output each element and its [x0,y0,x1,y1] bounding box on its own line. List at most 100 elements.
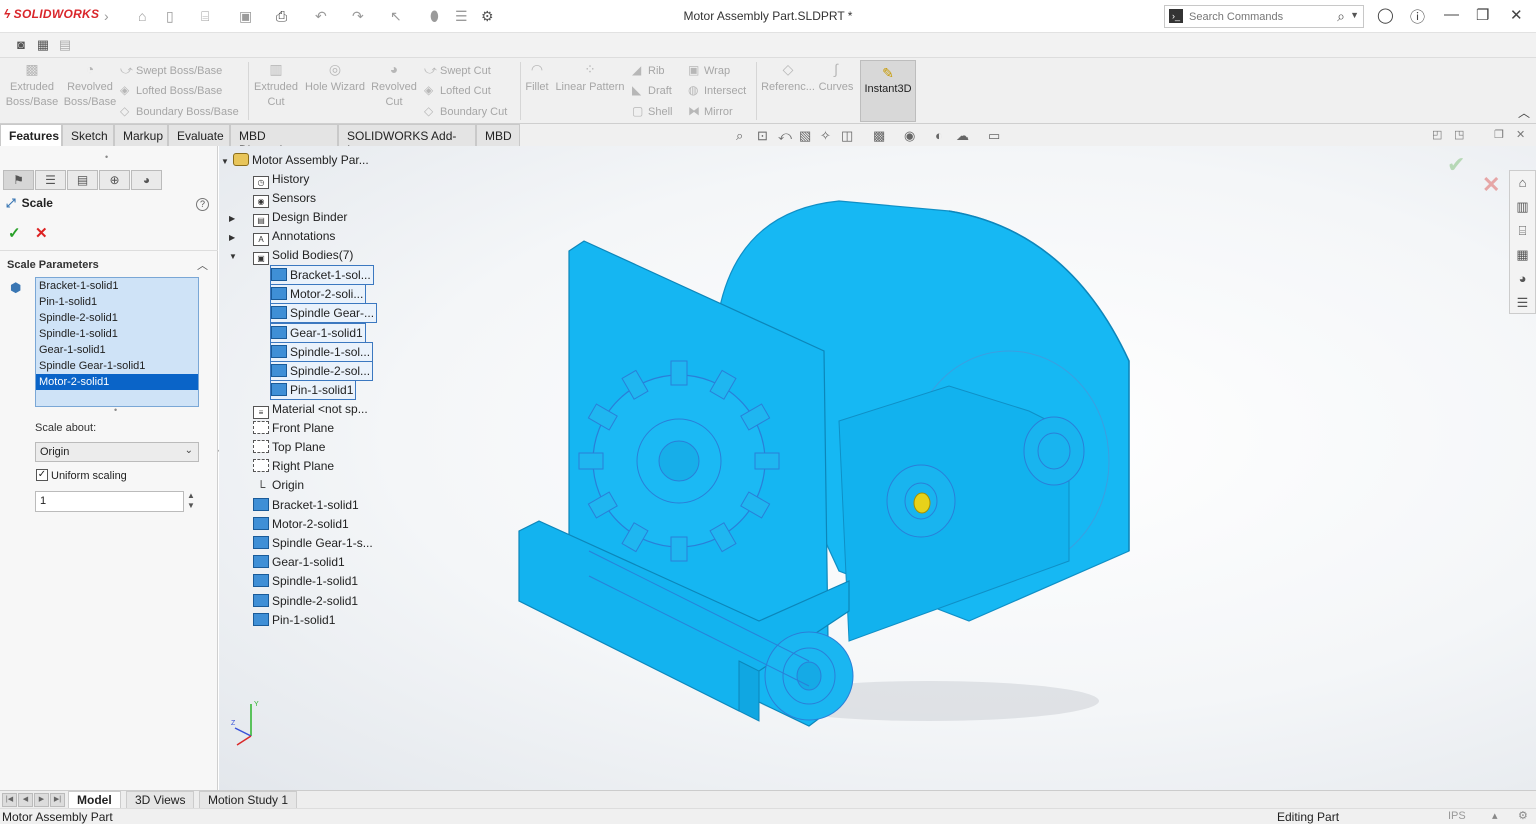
boundary-cut-button[interactable]: ◇ Boundary Cut [424,104,507,118]
swept-boss-button[interactable]: ⤻ Swept Boss/Base [120,63,222,78]
property-manager-tab-icon[interactable]: ☰ [35,170,66,190]
help-icon[interactable]: ? [196,198,209,211]
list-item[interactable]: Pin-1-solid1 [36,294,198,310]
tree-root[interactable]: ▼ Motor Assembly Par... [221,151,369,169]
tree-top-plane[interactable]: Top Plane [241,438,325,456]
tree-solid-bodies[interactable]: ▼ ▣ Solid Bodies(7) [229,246,353,265]
tree-feature[interactable]: Gear-1-solid1 [241,553,345,571]
configuration-manager-tab-icon[interactable]: ▤ [67,170,98,190]
graphics-area[interactable]: ▼ Motor Assembly Par... ◷ History ◉ Sensors… [219,146,1536,790]
tree-body-selected[interactable]: Motor-2-soli... [270,284,367,304]
undo-icon[interactable]: ↶ [315,8,327,25]
tab-mbd[interactable]: MBD [476,124,520,146]
collapse-ribbon-icon[interactable]: ︿ [1518,104,1530,121]
extruded-boss-button[interactable]: ▩ Extruded Boss/Base [4,62,60,110]
revolved-cut-button[interactable]: ◕ Revolved Cut [366,62,422,110]
list-item[interactable]: Spindle-2-solid1 [36,310,198,326]
tree-feature[interactable]: Spindle-2-solid1 [241,592,358,610]
feature-manager-tab-icon[interactable]: ⚑ [3,170,34,190]
scale-factor-spinner[interactable]: ▲ ▼ [187,491,195,511]
select-icon[interactable]: ↖ [390,8,402,25]
tab-markup[interactable]: Markup [114,124,168,146]
viewport-split-icon[interactable]: ◳ [1454,128,1464,141]
cancel-x-button[interactable]: ✕ [35,224,48,242]
list-item[interactable]: Bracket-1-solid1 [36,278,198,294]
tree-feature[interactable]: Pin-1-solid1 [241,611,335,629]
tree-material[interactable]: ≡ Material <not sp... [241,400,368,419]
tree-body-selected[interactable]: Bracket-1-sol... [270,265,374,285]
tree-feature[interactable]: Bracket-1-solid1 [241,496,359,514]
tab-features[interactable]: Features [0,124,62,146]
tree-body-selected[interactable]: Spindle-2-sol... [270,361,374,381]
instant3d-button[interactable]: ✎ Instant3D [860,60,916,122]
view-orientation-icon[interactable]: ◫ [841,128,853,144]
file-properties-icon[interactable]: ☰ [455,8,468,25]
fillet-button[interactable]: ◠ Fillet [520,62,554,95]
restore-icon[interactable]: ❐ [1476,6,1489,24]
appearances-icon[interactable]: ◕ [1510,267,1535,291]
print-icon[interactable]: ⎙ [276,8,287,25]
viewport-maximize-icon[interactable]: ❐ [1494,128,1504,141]
tree-body-selected[interactable]: Pin-1-solid1 [270,380,357,400]
dynamic-annotation-icon[interactable]: ✧ [820,128,831,144]
search-commands-field[interactable]: ›_ Search Commands ⌕ ▼ [1164,5,1364,28]
hole-wizard-button[interactable]: ◎ Hole Wizard [304,62,366,95]
list-item[interactable]: Gear-1-solid1 [36,342,198,358]
reference-geometry-button[interactable]: ◇ Referenc... [760,62,816,95]
tab-sketch[interactable]: Sketch [62,124,114,146]
rebuild-icon[interactable]: ⬮ [430,8,439,25]
tab-evaluate[interactable]: Evaluate [168,124,230,146]
scale-about-select[interactable]: Origin ⌄ [35,442,199,462]
tree-sensors[interactable]: ◉ Sensors [241,189,316,208]
camera-icon[interactable]: ◙ [12,37,30,53]
tree-body-selected[interactable]: Spindle-1-sol... [270,342,374,362]
rebuild-status-icon[interactable]: ⚙ [1518,809,1528,822]
design-library-icon[interactable]: ▥ [1510,195,1535,219]
tab-model[interactable]: Model [68,791,121,809]
list-item-selected[interactable]: Motor-2-solid1 [36,374,198,390]
rib-button[interactable]: ◢ Rib [632,63,665,77]
options-gear-icon[interactable]: ⚙ [481,8,494,25]
tree-history[interactable]: ◷ History [241,170,309,189]
list-item[interactable]: Spindle Gear-1-solid1 [36,358,198,374]
lofted-boss-button[interactable]: ◈ Lofted Boss/Base [120,83,222,97]
display-style-icon[interactable]: ▩ [873,128,885,144]
close-icon[interactable]: ✕ [1510,6,1523,24]
user-icon[interactable]: ◯ [1377,6,1394,24]
chevron-down-icon[interactable]: ▼ [1350,10,1359,20]
tree-body-selected[interactable]: Gear-1-solid1 [270,323,366,343]
tree-annotations[interactable]: ▶ A Annotations [229,227,335,246]
tab-solidworks-addins[interactable]: SOLIDWORKS Add-Ins [338,124,476,157]
confirm-ok-icon[interactable]: ✔ [1447,152,1465,178]
previous-view-icon[interactable]: ⤺ [778,128,792,144]
edit-appearance-icon[interactable]: ◐ [935,128,943,143]
lofted-cut-button[interactable]: ◈ Lofted Cut [424,83,491,97]
curves-button[interactable]: ∫ Curves [816,62,856,95]
motor-assembly-model[interactable] [509,191,1159,751]
viewport-restore-icon[interactable]: ◰ [1432,128,1442,141]
ok-checkmark-button[interactable]: ✓ [8,224,21,242]
search-icon[interactable]: ⌕ [1337,8,1345,25]
record-icon[interactable]: ▤ [56,37,74,53]
solidworks-logo[interactable]: ϟ SOLIDWORKS [4,7,99,21]
prev-tab-icon[interactable]: ◀ [18,793,33,807]
tree-design-binder[interactable]: ▶ ▤ Design Binder [229,208,347,227]
uniform-scaling-checkbox[interactable]: ✓ [36,469,48,481]
panel-grip[interactable]: • [105,152,108,162]
last-tab-icon[interactable]: ▶| [50,793,65,807]
intersect-button[interactable]: ◍ Intersect [688,83,746,97]
tree-feature[interactable]: Motor-2-solid1 [241,515,349,533]
file-explorer-icon[interactable]: ⌸ [1510,219,1535,243]
mirror-button[interactable]: ⧓ Mirror [688,104,733,118]
first-tab-icon[interactable]: |◀ [2,793,17,807]
wrap-button[interactable]: ▣ Wrap [688,63,730,77]
redo-icon[interactable]: ↷ [352,8,364,25]
apply-scene-icon[interactable]: ☁ [956,128,969,144]
view-palette-icon[interactable]: ▦ [1510,243,1535,267]
tab-3d-views[interactable]: 3D Views [126,791,195,809]
extruded-cut-button[interactable]: ▥ Extruded Cut [248,62,304,110]
custom-properties-icon[interactable]: ☰ [1510,291,1535,315]
tree-feature[interactable]: Spindle-1-solid1 [241,572,358,590]
viewport-close-icon[interactable]: ✕ [1516,128,1525,141]
minimize-icon[interactable]: — [1444,6,1459,23]
